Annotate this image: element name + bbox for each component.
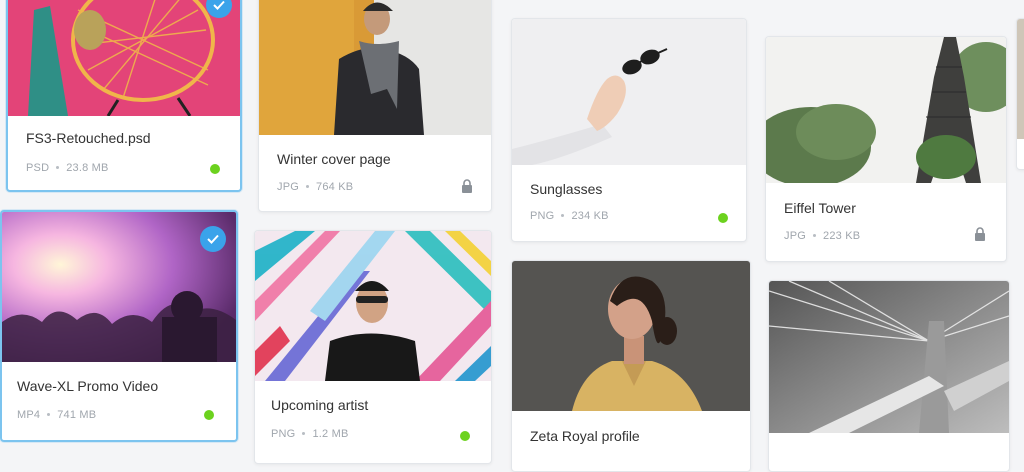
asset-meta: PNG 234 KB <box>530 210 609 222</box>
status-available-icon <box>460 431 470 441</box>
asset-title: Eiffel Tower <box>784 200 856 216</box>
asset-thumbnail <box>8 0 240 116</box>
asset-card-winter-cover[interactable]: Winter cover page JPG 764 KB <box>258 0 492 212</box>
asset-title: FS3-Retouched.psd <box>26 130 151 146</box>
asset-thumbnail <box>512 261 750 411</box>
asset-meta: JPG 223 KB <box>784 230 860 242</box>
asset-thumbnail <box>255 231 491 381</box>
asset-thumbnail <box>512 19 746 165</box>
asset-title: Wave-XL Promo Video <box>17 378 159 394</box>
status-available-icon <box>210 164 220 174</box>
asset-size: 234 KB <box>571 210 609 222</box>
asset-card-eiffel-tower[interactable]: Eiffel Tower JPG 223 KB <box>765 36 1007 262</box>
asset-card-wave-xl-promo[interactable]: Wave-XL Promo Video MP4 741 MB <box>0 210 238 442</box>
asset-card-bridge[interactable] <box>768 280 1010 472</box>
asset-meta: MP4 741 MB <box>17 409 96 421</box>
asset-size: 23.8 MB <box>66 162 109 174</box>
asset-meta: JPG 764 KB <box>277 181 353 193</box>
asset-type: PSD <box>26 162 50 174</box>
asset-title: Winter cover page <box>277 151 391 167</box>
asset-size: 223 KB <box>823 230 861 242</box>
asset-meta: PSD 23.8 MB <box>26 162 109 174</box>
asset-meta: PNG 1.2 MB <box>271 428 349 440</box>
lock-icon <box>975 227 985 241</box>
asset-card-zeta-royal[interactable]: Zeta Royal profile <box>511 260 751 472</box>
asset-thumbnail <box>1017 19 1024 139</box>
asset-type: MP4 <box>17 409 41 421</box>
asset-type: PNG <box>271 428 296 440</box>
asset-title: Sunglasses <box>530 181 603 197</box>
asset-title: Upcoming artist <box>271 397 369 413</box>
status-available-icon <box>718 213 728 223</box>
asset-title: Zeta Royal profile <box>530 428 640 444</box>
asset-size: 741 MB <box>57 409 97 421</box>
status-available-icon <box>204 410 214 420</box>
asset-type: JPG <box>784 230 806 242</box>
asset-thumbnail <box>259 0 491 135</box>
asset-card-sunglasses[interactable]: Sunglasses PNG 234 KB <box>511 18 747 242</box>
asset-size: 764 KB <box>316 181 354 193</box>
asset-size: 1.2 MB <box>312 428 349 440</box>
asset-card-partial[interactable] <box>1016 18 1024 170</box>
asset-card-upcoming-artist[interactable]: Upcoming artist PNG 1.2 MB <box>254 230 492 464</box>
asset-thumbnail <box>766 37 1006 183</box>
asset-type: JPG <box>277 181 299 193</box>
asset-type: PNG <box>530 210 555 222</box>
asset-thumbnail <box>769 281 1009 433</box>
lock-icon <box>462 179 472 193</box>
asset-card-fs3-retouched[interactable]: FS3-Retouched.psd PSD 23.8 MB <box>6 0 242 192</box>
selected-checkmark-icon[interactable] <box>200 226 226 252</box>
